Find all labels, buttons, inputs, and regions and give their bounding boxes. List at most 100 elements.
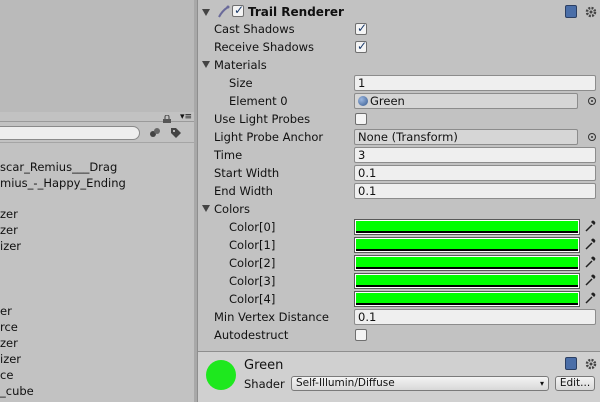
alpha-bar: [356, 231, 578, 233]
color-row: Color[4]: [198, 290, 600, 308]
color-label: Color[2]: [229, 256, 276, 270]
scene-area: [0, 0, 194, 112]
start-width-label: Start Width: [214, 166, 280, 180]
color-field[interactable]: [354, 273, 580, 289]
trail-renderer-icon: [218, 5, 230, 19]
receive-shadows-row: Receive Shadows ✓: [198, 38, 600, 56]
color-swatch: [356, 239, 578, 249]
min-vertex-distance-row: Min Vertex Distance 0.1: [198, 308, 600, 326]
help-book-icon[interactable]: [565, 357, 577, 373]
color-field[interactable]: [354, 291, 580, 307]
color-row: Color[0]: [198, 218, 600, 236]
end-width-label: End Width: [214, 184, 273, 198]
object-picker-icon[interactable]: [588, 133, 596, 141]
materials-row[interactable]: Materials: [198, 56, 600, 74]
list-item[interactable]: zer: [0, 206, 194, 222]
size-field[interactable]: 1: [354, 75, 596, 91]
color-field[interactable]: [354, 255, 580, 271]
time-field[interactable]: 3: [354, 147, 596, 163]
eyedropper-icon[interactable]: [584, 237, 598, 253]
search-input[interactable]: [0, 126, 140, 140]
component-enabled-checkbox[interactable]: ✓: [232, 3, 244, 17]
color-label: Color[0]: [229, 220, 276, 234]
list-item[interactable]: er: [0, 303, 194, 319]
shader-dropdown[interactable]: Self-Illumin/Diffuse ▾: [291, 376, 549, 391]
help-book-icon[interactable]: [565, 5, 577, 21]
cast-shadows-checkbox[interactable]: ✓: [355, 21, 367, 35]
light-probe-anchor-field[interactable]: None (Transform): [354, 129, 578, 145]
size-label: Size: [229, 76, 253, 90]
materials-size-row: Size 1: [198, 74, 600, 92]
color-row: Color[3]: [198, 272, 600, 290]
tag-filter-icon[interactable]: [169, 126, 183, 140]
shader-label: Shader: [244, 377, 285, 391]
shapes-filter-icon[interactable]: [148, 126, 162, 140]
materials-fold-icon[interactable]: [202, 61, 210, 68]
lock-icon[interactable]: [162, 113, 172, 124]
colors-fold-icon[interactable]: [202, 205, 210, 212]
min-vertex-distance-field[interactable]: 0.1: [354, 309, 596, 325]
colors-row[interactable]: Colors: [198, 200, 600, 218]
hierarchy-header: ▾≡: [0, 112, 194, 124]
end-width-row: End Width 0.1: [198, 182, 600, 200]
list-item[interactable]: mius_-_Happy_Ending: [0, 175, 194, 191]
object-picker-icon[interactable]: [588, 97, 596, 105]
list-item[interactable]: izer: [0, 238, 194, 254]
color-swatch: [356, 275, 578, 285]
use-light-probes-row: Use Light Probes: [198, 110, 600, 128]
list-item[interactable]: scar_Remius___Drag: [0, 159, 194, 175]
color-label: Color[1]: [229, 238, 276, 252]
color-label: Color[4]: [229, 292, 276, 306]
eyedropper-icon[interactable]: [584, 255, 598, 271]
receive-shadows-checkbox[interactable]: ✓: [355, 39, 367, 53]
fold-arrow-icon[interactable]: [202, 9, 210, 16]
material-name: Green: [244, 358, 284, 373]
material-sphere-icon: [358, 96, 368, 106]
eyedropper-icon[interactable]: [584, 219, 598, 235]
shader-value: Self-Illumin/Diffuse: [296, 377, 395, 389]
color-swatch: [356, 221, 578, 231]
min-vertex-distance-label: Min Vertex Distance: [214, 310, 329, 324]
autodestruct-checkbox[interactable]: [355, 329, 367, 341]
list-item[interactable]: rce: [0, 319, 194, 335]
element0-row: Element 0 Green: [198, 92, 600, 110]
color-row: Color[1]: [198, 236, 600, 254]
start-width-field[interactable]: 0.1: [354, 165, 596, 181]
list-item[interactable]: _cube: [0, 383, 194, 399]
materials-label: Materials: [214, 58, 267, 72]
alpha-bar: [356, 303, 578, 305]
color-swatch: [356, 293, 578, 303]
list-item[interactable]: ce: [0, 367, 194, 383]
light-probe-anchor-label: Light Probe Anchor: [214, 130, 324, 144]
eyedropper-icon[interactable]: [584, 273, 598, 289]
alpha-bar: [356, 267, 578, 269]
end-width-field[interactable]: 0.1: [354, 183, 596, 199]
element0-value: Green: [370, 94, 405, 108]
component-title: Trail Renderer: [248, 5, 344, 19]
autodestruct-row: Autodestruct: [198, 326, 600, 344]
list-item[interactable]: izer: [0, 351, 194, 367]
time-row: Time 3: [198, 146, 600, 164]
cast-shadows-label: Cast Shadows: [214, 22, 295, 36]
inspector-panel: ✓ Trail Renderer Cast Shadows ✓ Receive …: [197, 0, 600, 402]
light-probe-anchor-row: Light Probe Anchor None (Transform): [198, 128, 600, 146]
material-preview: [206, 360, 236, 390]
element0-field[interactable]: Green: [354, 93, 578, 109]
hierarchy-panel: ▾≡ scar_Remius___Drag mius_-_Happy_Endin…: [0, 0, 194, 402]
eyedropper-icon[interactable]: [584, 291, 598, 307]
start-width-row: Start Width 0.1: [198, 164, 600, 182]
list-item[interactable]: zer: [0, 335, 194, 351]
gear-icon[interactable]: [584, 5, 598, 19]
panel-menu-icon[interactable]: ▾≡: [180, 113, 192, 122]
hierarchy-toolbar: [0, 123, 194, 143]
color-field[interactable]: [354, 219, 580, 235]
color-field[interactable]: [354, 237, 580, 253]
list-item[interactable]: zer: [0, 222, 194, 238]
use-light-probes-label: Use Light Probes: [214, 112, 311, 126]
gear-icon[interactable]: [584, 357, 598, 371]
edit-shader-button[interactable]: Edit...: [555, 376, 595, 391]
color-row: Color[2]: [198, 254, 600, 272]
alpha-bar: [356, 285, 578, 287]
use-light-probes-checkbox[interactable]: [355, 113, 367, 125]
autodestruct-label: Autodestruct: [214, 328, 289, 342]
